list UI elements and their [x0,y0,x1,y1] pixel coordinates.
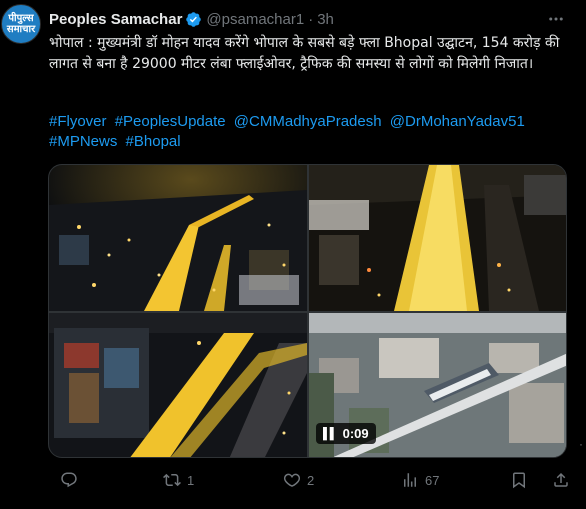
tweet-time[interactable]: 3h [317,11,334,28]
media-image-night-aerial[interactable] [49,165,307,311]
avatar-text-line1: पीपुल्स [8,13,34,24]
tweet-header: Peoples Samachar @psamachar1 · 3h [49,9,334,29]
verified-badge-icon[interactable] [185,11,202,28]
hashtag-link[interactable]: #MPNews [49,133,117,150]
tweet[interactable]: पीपुल्स समाचार Peoples Samachar @psamach… [0,0,586,509]
separator-dot: · [308,10,314,28]
more-icon[interactable] [544,9,568,29]
media-image-flyover-mall[interactable] [49,313,307,457]
share-button[interactable] [552,470,576,490]
pause-icon[interactable]: ▌▌ [323,428,338,440]
hashtag-link[interactable]: #Flyover [49,113,107,130]
reply-icon [61,472,77,488]
avatar-text-line2: समाचार [6,24,36,35]
views-button[interactable]: 67 [401,470,439,490]
hashtag-link[interactable]: #Bhopal [126,133,181,150]
scroll-indicator: · [579,437,583,451]
like-button[interactable]: 2 [283,470,314,490]
retweet-button[interactable]: 1 [163,470,194,490]
hashtag-list: #Flyover #PeoplesUpdate @CMMadhyaPradesh… [49,112,561,152]
mention-link[interactable]: @DrMohanYadav51 [390,113,525,130]
reply-button[interactable] [60,470,84,490]
avatar[interactable]: पीपुल्स समाचार [1,4,41,44]
video-timer-badge[interactable]: ▌▌ 0:09 [316,423,376,444]
bookmark-icon [513,472,525,489]
views-icon [404,473,416,487]
tweet-text: भोपाल : मुख्यमंत्री डॉ मोहन यादव करेंगे … [49,35,560,72]
media-image-flyover-closeup[interactable] [309,165,566,311]
views-count: 67 [425,472,440,488]
account-name[interactable]: Peoples Samachar [49,11,182,28]
media-grid [48,164,567,458]
bookmark-button[interactable] [510,470,534,490]
retweet-count: 1 [187,472,195,488]
video-duration: 0:09 [342,426,369,441]
account-handle[interactable]: @psamachar1 [206,11,304,28]
hashtag-link[interactable]: #PeoplesUpdate [115,113,226,130]
like-icon [283,473,301,487]
share-icon [554,472,568,487]
like-count: 2 [307,472,315,488]
retweet-icon [163,473,181,487]
mention-link[interactable]: @CMMadhyaPradesh [234,113,382,130]
action-bar: 1 2 67 [48,470,578,490]
